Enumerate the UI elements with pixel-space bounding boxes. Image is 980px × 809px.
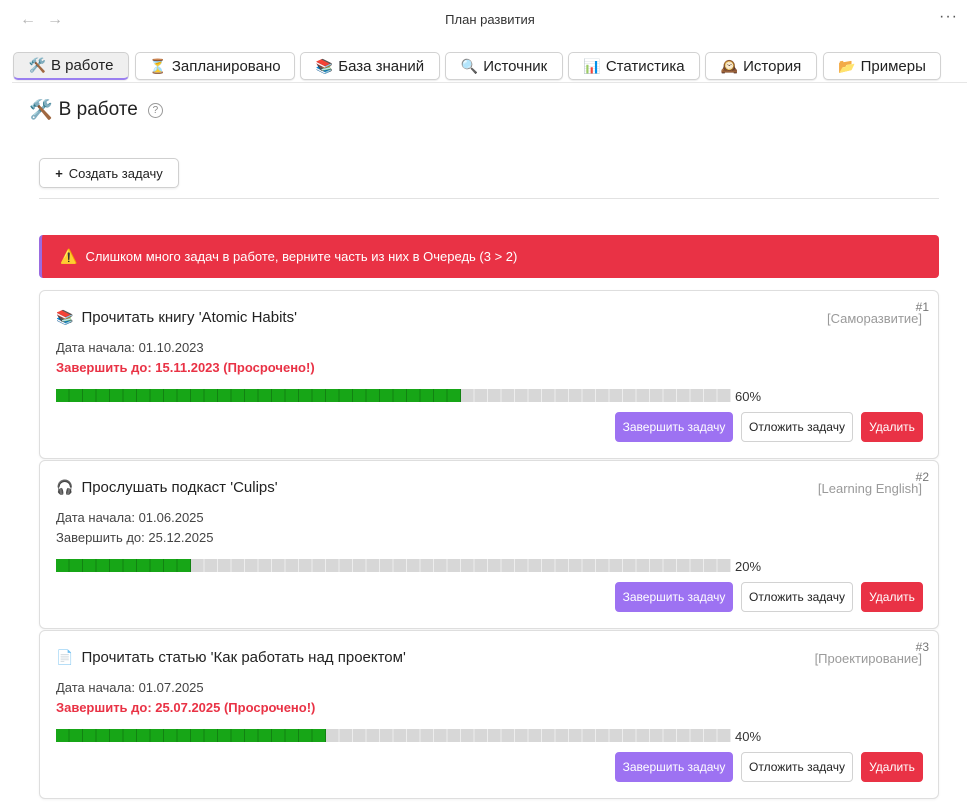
- task-progress-fill: [56, 559, 191, 572]
- delete-task-button[interactable]: Удалить: [861, 582, 923, 612]
- task-progress-label: 60%: [735, 389, 762, 404]
- task-card: #1 📚 Прочитать книгу 'Atomic Habits' [Са…: [39, 290, 939, 459]
- task-start-date: Дата начала: 01.06.2025: [56, 510, 204, 525]
- tab-knowledge-base[interactable]: 📚 База знаний: [300, 52, 440, 80]
- task-title: 📚 Прочитать книгу 'Atomic Habits': [56, 309, 297, 326]
- tab-label: История: [743, 57, 802, 75]
- tab-planned[interactable]: ⏳ Запланировано: [135, 52, 295, 80]
- task-card: #2 🎧 Прослушать подкаст 'Culips' [Learni…: [39, 460, 939, 629]
- more-menu-icon[interactable]: ···: [939, 8, 958, 26]
- tab-bar: 🛠️ В работе ⏳ Запланировано 📚 База знани…: [12, 52, 967, 82]
- complete-task-button[interactable]: Завершить задачу: [615, 582, 733, 612]
- task-category: [Learning English]: [817, 481, 922, 496]
- delete-task-button[interactable]: Удалить: [861, 412, 923, 442]
- task-progress-label: 40%: [735, 729, 762, 744]
- postpone-task-button[interactable]: Отложить задачу: [741, 412, 853, 442]
- task-title-text: Прочитать книгу 'Atomic Habits': [81, 309, 297, 326]
- tab-label: Источник: [483, 57, 548, 75]
- task-start-date: Дата начала: 01.10.2023: [56, 340, 204, 355]
- task-category: [Проектирование]: [814, 651, 922, 666]
- task-title-text: Прослушать подкаст 'Culips': [81, 479, 278, 496]
- help-icon[interactable]: ?: [147, 102, 163, 118]
- task-title-text: Прочитать статью 'Как работать над проек…: [81, 649, 406, 666]
- document-icon: 📄: [56, 649, 74, 665]
- task-title: 📄 Прочитать статью 'Как работать над про…: [56, 649, 406, 666]
- books-icon: 📚: [56, 309, 74, 325]
- task-progress-label: 20%: [735, 559, 762, 574]
- complete-task-button[interactable]: Завершить задачу: [615, 412, 733, 442]
- headphones-icon: 🎧: [56, 479, 74, 495]
- section-divider: [39, 198, 939, 199]
- tab-label: Статистика: [605, 57, 685, 75]
- complete-task-button[interactable]: Завершить задачу: [615, 752, 733, 782]
- tab-source[interactable]: 🔍 Источник: [445, 52, 563, 80]
- task-progress-bar: [56, 389, 731, 402]
- hourglass-icon: ⏳: [149, 57, 167, 74]
- tools-icon: 🛠️: [28, 57, 46, 73]
- tab-examples[interactable]: 📂 Примеры: [823, 52, 941, 80]
- tab-label: База знаний: [338, 57, 425, 75]
- postpone-task-button[interactable]: Отложить задачу: [741, 582, 853, 612]
- task-progress-bar: [56, 559, 731, 572]
- page-title: 🛠️ В работе ?: [29, 98, 163, 122]
- books-icon: 📚: [315, 57, 334, 74]
- task-category: [Саморазвитие]: [826, 311, 922, 326]
- page-title-text: В работе: [58, 99, 138, 120]
- create-task-button[interactable]: + Создать задачу: [39, 158, 179, 188]
- task-progress-fill: [56, 729, 326, 742]
- tab-label: Примеры: [860, 57, 926, 75]
- task-due-date: Завершить до: 25.07.2025 (Просрочено!): [56, 700, 316, 715]
- task-title: 🎧 Прослушать подкаст 'Culips': [56, 479, 278, 496]
- bar-chart-icon: 📊: [583, 57, 601, 74]
- delete-task-button[interactable]: Удалить: [861, 752, 923, 782]
- task-progress-bar: [56, 729, 731, 742]
- task-card: #3 📄 Прочитать статью 'Как работать над …: [39, 630, 939, 799]
- window-title: План развития: [445, 12, 535, 27]
- tab-label: В работе: [50, 57, 114, 74]
- task-due-date: Завершить до: 15.11.2023 (Просрочено!): [56, 360, 315, 375]
- task-start-date: Дата начала: 01.07.2025: [56, 680, 204, 695]
- task-due-date: Завершить до: 25.12.2025: [56, 530, 214, 545]
- tab-statistics[interactable]: 📊 Статистика: [568, 52, 700, 80]
- alert-text: Слишком много задач в работе, верните ча…: [85, 249, 518, 264]
- warning-icon: ⚠️: [60, 248, 78, 264]
- wip-limit-alert: ⚠️ Слишком много задач в работе, верните…: [39, 235, 939, 278]
- clock-icon: 🕰️: [720, 57, 739, 74]
- tab-history[interactable]: 🕰️ История: [705, 52, 817, 80]
- postpone-task-button[interactable]: Отложить задачу: [741, 752, 853, 782]
- tab-label: Запланировано: [171, 57, 281, 75]
- tools-icon: 🛠️: [29, 100, 53, 121]
- create-task-label: Создать задачу: [68, 165, 163, 181]
- window-titlebar: ← → План развития ···: [0, 0, 980, 40]
- magnifier-icon: 🔍: [460, 57, 479, 74]
- task-progress-fill: [56, 389, 461, 402]
- tab-bar-divider: [12, 82, 967, 83]
- folder-icon: 📂: [838, 57, 856, 74]
- tab-in-progress[interactable]: 🛠️ В работе: [13, 52, 129, 80]
- plus-icon: +: [55, 165, 63, 181]
